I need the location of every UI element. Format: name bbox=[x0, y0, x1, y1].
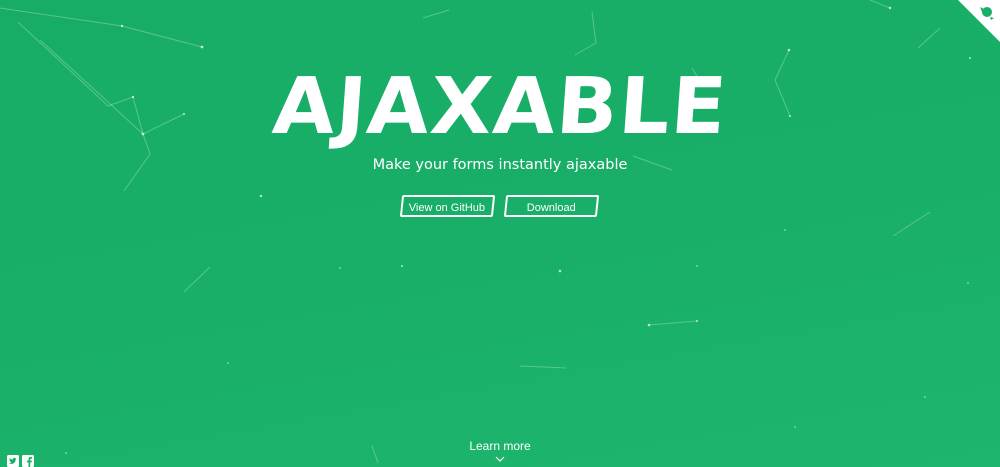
view-on-github-button[interactable]: View on GitHub bbox=[399, 195, 496, 217]
hero-section: AJAXABLE Make your forms instantly ajaxa… bbox=[0, 0, 1000, 467]
view-on-github-label: View on GitHub bbox=[409, 202, 486, 214]
download-label: Download bbox=[526, 202, 576, 214]
facebook-icon[interactable] bbox=[22, 455, 34, 467]
chevron-down-icon[interactable] bbox=[495, 456, 505, 462]
github-corner-ribbon[interactable] bbox=[958, 0, 1000, 42]
page-subtitle: Make your forms instantly ajaxable bbox=[372, 157, 628, 173]
download-button[interactable]: Download bbox=[503, 195, 600, 217]
twitter-icon[interactable] bbox=[7, 455, 19, 467]
learn-more-link[interactable]: Learn more bbox=[0, 438, 1000, 454]
social-links bbox=[7, 455, 34, 467]
page-title: AJAXABLE bbox=[269, 62, 731, 152]
